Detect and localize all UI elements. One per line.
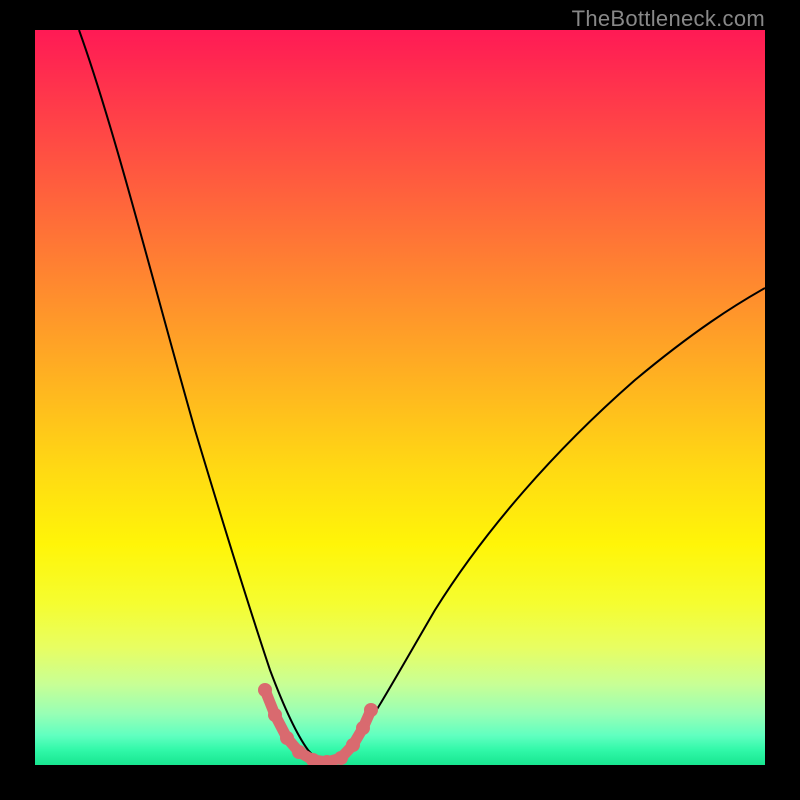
marker-dot: [334, 751, 348, 765]
marker-dot: [364, 703, 378, 717]
right-curve: [327, 288, 765, 763]
left-curve: [79, 30, 327, 763]
marker-dot: [280, 731, 294, 745]
chart-svg: [35, 30, 765, 765]
marker-dot: [346, 738, 360, 752]
marker-dot: [268, 708, 282, 722]
highlight-markers: [258, 683, 378, 765]
marker-dot: [356, 721, 370, 735]
chart-container: TheBottleneck.com: [0, 0, 800, 800]
watermark-text: TheBottleneck.com: [572, 6, 765, 32]
marker-dot: [258, 683, 272, 697]
marker-dot: [292, 745, 306, 759]
